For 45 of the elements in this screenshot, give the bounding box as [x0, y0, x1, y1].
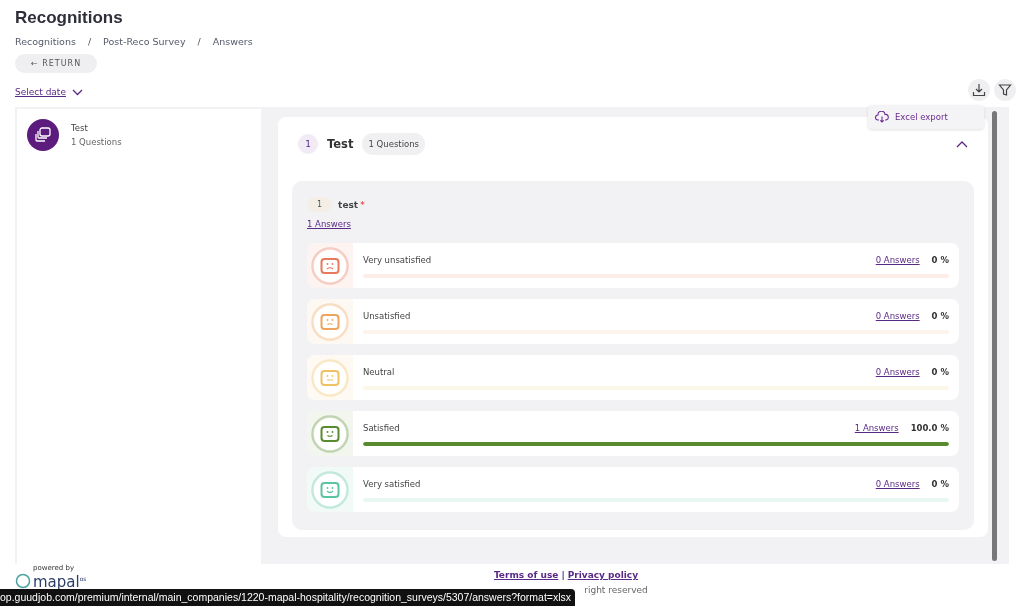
percentage: 0 %	[931, 367, 949, 377]
percentage: 0 %	[931, 479, 949, 489]
question-text: test	[338, 199, 359, 210]
breadcrumb-link[interactable]: Answers	[212, 36, 253, 47]
scrollbar[interactable]	[992, 111, 997, 561]
option-label: Very satisfied	[363, 479, 422, 489]
percentage: 0 %	[931, 255, 949, 265]
privacy-link[interactable]: Privacy policy	[567, 570, 639, 580]
status-bar-url: op.guudjob.com/premium/internal/main_companies/1220-mapal-hospitality/recognition_surveys/5307/answers?format=xlsx	[0, 589, 576, 606]
breadcrumb-separator: /	[197, 36, 201, 47]
download-icon	[972, 83, 986, 97]
answers-link[interactable]: 0 Answers	[875, 311, 920, 321]
copyright-text: right reserved	[583, 585, 648, 595]
percentage: 100.0 %	[910, 423, 949, 433]
answers-link[interactable]: 0 Answers	[875, 255, 920, 265]
chevron-down-icon	[71, 88, 83, 96]
answers-link[interactable]: 1 Answers	[307, 219, 351, 229]
cloud-download-icon	[875, 111, 889, 123]
download-button[interactable]	[968, 79, 990, 101]
percentage: 0 %	[931, 311, 949, 321]
select-date-dropdown[interactable]: Select date	[15, 87, 83, 97]
return-button[interactable]: ← RETURN	[15, 54, 98, 73]
terms-link[interactable]: Terms of use	[493, 570, 559, 580]
link-separator: |	[561, 570, 565, 580]
survey-number: 1	[298, 134, 318, 154]
stacked-cards-icon	[34, 127, 52, 143]
filter-icon	[998, 83, 1012, 97]
answers-link[interactable]: 1 Answers	[854, 423, 899, 433]
export-menu-item[interactable]: Excel export	[868, 105, 984, 129]
required-mark: *	[360, 199, 365, 210]
questions-badge: 1 Questions	[362, 133, 426, 155]
page-title: Recognitions	[15, 8, 124, 28]
option-label: Very unsatisfied	[363, 255, 433, 265]
breadcrumb-separator: /	[87, 36, 92, 47]
answers-link[interactable]: 0 Answers	[875, 479, 920, 489]
option-label: Neutral	[363, 367, 396, 377]
survey-title: Test	[327, 137, 354, 151]
breadcrumb-link[interactable]: Recognitions	[15, 36, 76, 47]
question-number: 1	[307, 197, 333, 212]
breadcrumb-link[interactable]: Post-Reco Survey	[103, 36, 186, 47]
filter-button[interactable]	[994, 79, 1016, 101]
collapse-icon[interactable]	[956, 140, 968, 148]
option-label: Unsatisfied	[363, 311, 412, 321]
option-label: Satisfied	[363, 423, 401, 433]
answers-link[interactable]: 0 Answers	[875, 367, 920, 377]
